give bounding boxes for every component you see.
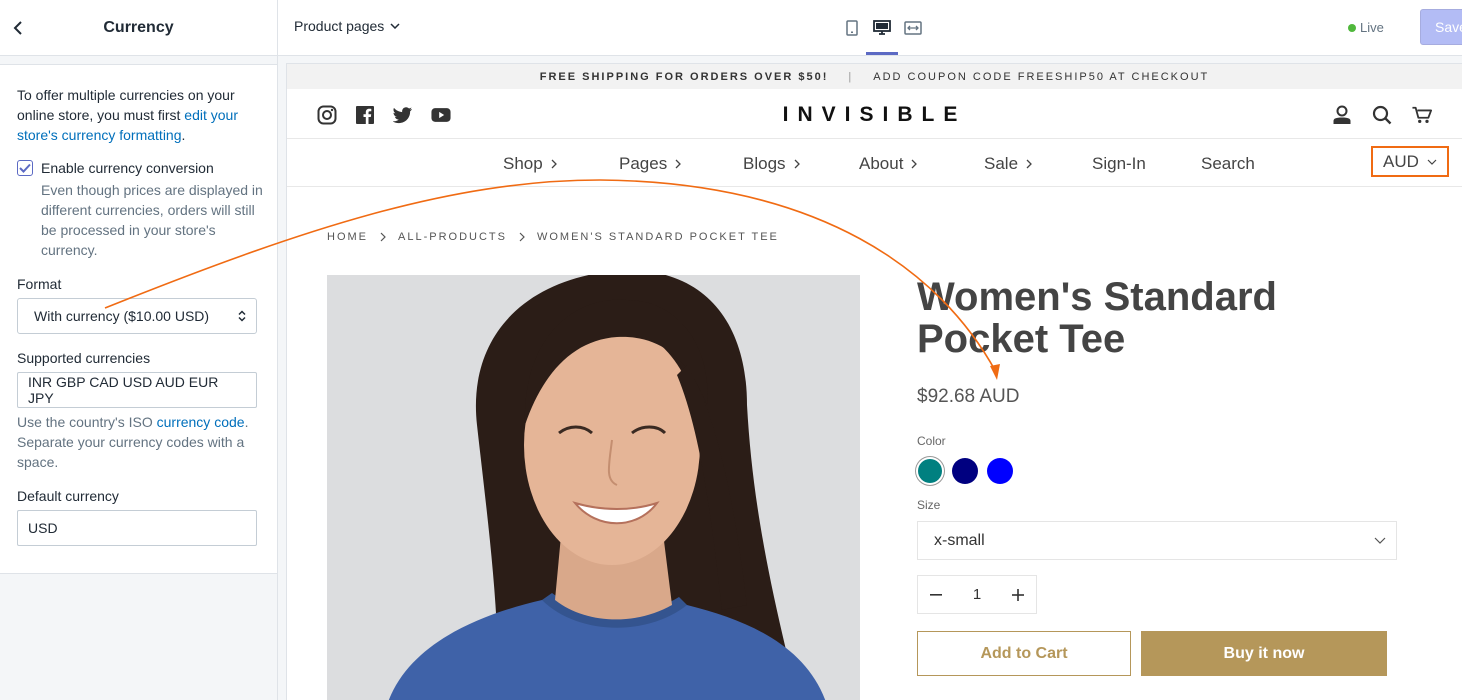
nav-item-pages[interactable]: Pages bbox=[619, 154, 682, 174]
sidebar-header: Currency bbox=[0, 0, 277, 56]
buy-now-button[interactable]: Buy it now bbox=[1141, 631, 1387, 676]
chevron-down-icon bbox=[1427, 159, 1437, 165]
store-header: INVISIBLE bbox=[287, 89, 1462, 139]
status-text: Live bbox=[1360, 20, 1384, 35]
color-swatch-navy[interactable] bbox=[952, 458, 978, 484]
store-preview: FREE SHIPPING FOR ORDERS OVER $50! | ADD… bbox=[286, 63, 1462, 700]
fullscreen-view-button[interactable] bbox=[901, 16, 925, 40]
nav-item-blogs[interactable]: Blogs bbox=[743, 154, 800, 174]
minus-icon bbox=[930, 593, 942, 596]
quantity-stepper: 1 bbox=[917, 575, 1037, 614]
page-type-selector[interactable]: Product pages bbox=[294, 18, 400, 34]
live-dot-icon bbox=[1348, 23, 1356, 32]
header-actions bbox=[1332, 104, 1432, 126]
format-label: Format bbox=[17, 276, 62, 292]
editor-toolbar: Product pages Live Save bbox=[278, 0, 1462, 56]
nav-item-about[interactable]: About bbox=[859, 154, 918, 174]
page-type-label: Product pages bbox=[294, 18, 385, 34]
enable-currency-conversion-row: Enable currency conversion bbox=[17, 160, 257, 176]
color-swatch-blue[interactable] bbox=[987, 458, 1013, 484]
increase-quantity-button[interactable] bbox=[1008, 585, 1028, 605]
store-logo[interactable]: INVISIBLE bbox=[287, 103, 1462, 127]
nav-label-blogs: Blogs bbox=[743, 154, 786, 173]
intro-text: To offer multiple currencies on your onl… bbox=[17, 85, 262, 145]
nav-label-sign-in: Sign-In bbox=[1092, 154, 1146, 173]
chevron-right-icon bbox=[675, 159, 682, 169]
settings-sidebar: Currency To offer multiple currencies on… bbox=[0, 0, 278, 700]
announcement-text-2: ADD COUPON CODE FREESHIP50 AT CHECKOUT bbox=[873, 70, 1210, 83]
chevron-right-icon bbox=[380, 232, 386, 242]
supported-currencies-help: Use the country's ISO currency code. Sep… bbox=[17, 412, 262, 472]
cart-icon[interactable] bbox=[1412, 104, 1432, 126]
color-swatch-teal[interactable] bbox=[918, 459, 942, 483]
size-label: Size bbox=[917, 498, 941, 512]
supported-currencies-label: Supported currencies bbox=[17, 350, 151, 366]
nav-label-pages: Pages bbox=[619, 154, 668, 173]
status-badge: Live bbox=[1348, 20, 1384, 35]
chevron-right-icon bbox=[1026, 159, 1032, 169]
breadcrumb-all-products[interactable]: ALL-PRODUCTS bbox=[398, 231, 507, 243]
main-nav: Shop Pages Blogs About Sale Sign-In Sear… bbox=[287, 139, 1462, 187]
enable-currency-label[interactable]: Enable currency conversion bbox=[41, 160, 214, 176]
enable-currency-checkbox[interactable] bbox=[17, 160, 33, 176]
format-select[interactable]: With currency ($10.00 USD) bbox=[17, 298, 257, 334]
decrease-quantity-button[interactable] bbox=[926, 585, 946, 605]
announcement-text-1: FREE SHIPPING FOR ORDERS OVER $50! bbox=[539, 70, 829, 83]
checkmark-icon bbox=[19, 163, 31, 173]
back-button[interactable] bbox=[6, 14, 30, 42]
nav-label-shop: Shop bbox=[503, 154, 543, 173]
save-button[interactable]: Save bbox=[1420, 9, 1462, 45]
nav-item-sale[interactable]: Sale bbox=[984, 154, 1032, 174]
breadcrumb-current: WOMEN'S STANDARD POCKET TEE bbox=[536, 231, 779, 243]
supported-help-start: Use the country's ISO bbox=[17, 414, 157, 430]
sidebar-title: Currency bbox=[103, 18, 174, 36]
chevron-right-icon bbox=[911, 159, 918, 169]
nav-label-about: About bbox=[859, 154, 904, 173]
chevron-down-icon bbox=[390, 23, 400, 29]
quantity-value[interactable]: 1 bbox=[973, 586, 981, 603]
announcement-separator: | bbox=[848, 70, 854, 83]
breadcrumb: HOME ALL-PRODUCTS WOMEN'S STANDARD POCKE… bbox=[327, 231, 779, 243]
default-currency-label: Default currency bbox=[17, 488, 119, 504]
expand-width-icon bbox=[904, 21, 922, 35]
currency-selector[interactable]: AUD bbox=[1371, 146, 1449, 177]
currency-code-link[interactable]: currency code bbox=[157, 414, 245, 430]
product-image[interactable] bbox=[327, 275, 860, 700]
desktop-icon bbox=[873, 20, 891, 35]
chevron-right-icon bbox=[551, 159, 557, 169]
select-arrows-icon bbox=[238, 310, 246, 322]
default-currency-input[interactable]: USD bbox=[17, 510, 257, 546]
nav-label-search: Search bbox=[1201, 154, 1255, 173]
nav-label-sale: Sale bbox=[984, 154, 1019, 173]
desktop-view-button[interactable] bbox=[870, 16, 894, 40]
nav-item-search[interactable]: Search bbox=[1201, 154, 1255, 174]
color-label: Color bbox=[917, 434, 946, 448]
format-select-value: With currency ($10.00 USD) bbox=[34, 308, 210, 324]
mobile-icon bbox=[846, 20, 858, 36]
active-view-indicator bbox=[866, 52, 898, 55]
color-swatches bbox=[917, 458, 1013, 484]
nav-item-sign-in[interactable]: Sign-In bbox=[1092, 154, 1146, 174]
currency-settings-card: To offer multiple currencies on your onl… bbox=[0, 64, 277, 574]
enable-currency-help: Even though prices are displayed in diff… bbox=[41, 182, 263, 258]
product-title: Women's Standard Pocket Tee bbox=[917, 275, 1277, 361]
plus-icon bbox=[1012, 588, 1024, 601]
chevron-left-icon bbox=[13, 21, 22, 35]
chevron-right-icon bbox=[519, 232, 525, 242]
announcement-bar: FREE SHIPPING FOR ORDERS OVER $50! | ADD… bbox=[287, 64, 1462, 89]
nav-item-shop[interactable]: Shop bbox=[503, 154, 557, 174]
add-to-cart-button[interactable]: Add to Cart bbox=[917, 631, 1131, 676]
chevron-right-icon bbox=[794, 159, 800, 169]
product-price: $92.68 AUD bbox=[917, 386, 1020, 407]
chevron-down-icon bbox=[1374, 537, 1386, 544]
supported-currencies-input[interactable]: INR GBP CAD USD AUD EUR JPY bbox=[17, 372, 257, 408]
intro-text-end: . bbox=[181, 127, 186, 143]
currency-selector-value: AUD bbox=[1383, 151, 1419, 171]
breadcrumb-home[interactable]: HOME bbox=[327, 231, 368, 243]
search-icon[interactable] bbox=[1372, 104, 1392, 126]
mobile-view-button[interactable] bbox=[840, 16, 864, 40]
account-icon[interactable] bbox=[1332, 104, 1352, 126]
size-select-value: x-small bbox=[934, 531, 985, 549]
size-select[interactable]: x-small bbox=[917, 521, 1397, 560]
